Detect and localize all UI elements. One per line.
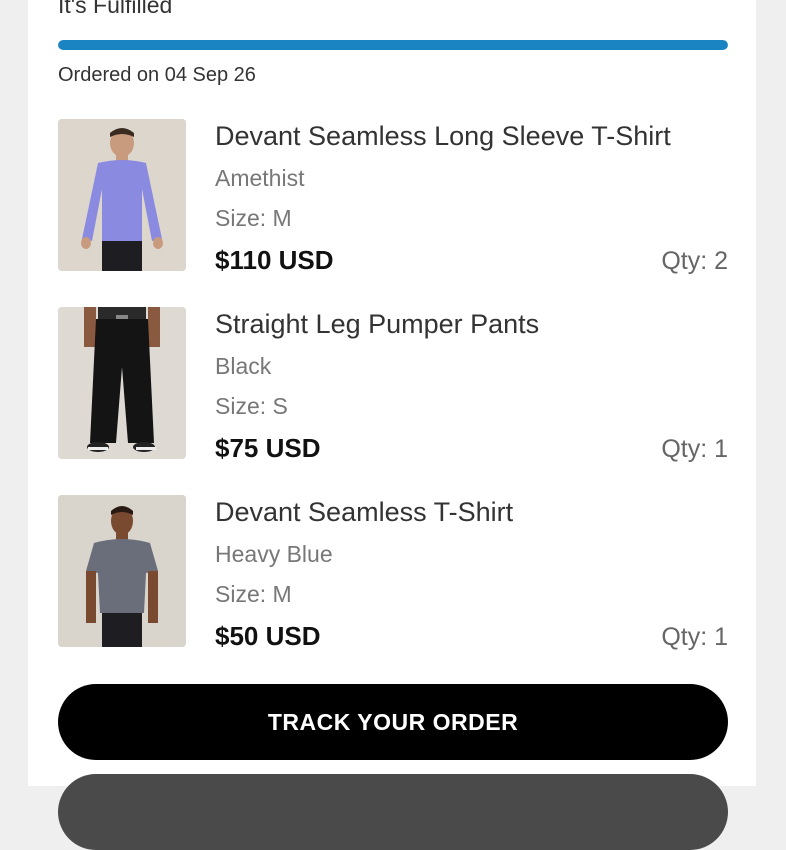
order-status: It's Fulfilled (58, 0, 173, 18)
model-long-sleeve-shirt-icon (58, 119, 186, 271)
product-quantity: Qty: 1 (661, 435, 728, 463)
product-color: Amethist (215, 165, 305, 191)
product-name[interactable]: Devant Seamless T-Shirt (215, 497, 513, 528)
product-quantity: Qty: 2 (661, 247, 728, 275)
order-item[interactable]: Straight Leg Pumper Pants Black Size: S … (58, 307, 728, 463)
order-card: It's Fulfilled Ordered on 04 Sep 26 Deva… (28, 0, 756, 850)
order-progress-fill (58, 40, 728, 50)
product-image[interactable] (58, 307, 186, 459)
order-item[interactable]: Devant Seamless Long Sleeve T-Shirt Amet… (58, 119, 728, 275)
product-quantity: Qty: 1 (661, 623, 728, 651)
product-size: Size: M (215, 205, 292, 231)
order-item[interactable]: Devant Seamless T-Shirt Heavy Blue Size:… (58, 495, 728, 651)
secondary-action-button[interactable] (58, 774, 728, 850)
model-grey-tshirt-icon (58, 495, 186, 647)
product-image[interactable] (58, 119, 186, 271)
product-size: Size: S (215, 393, 288, 419)
product-price: $110 USD (215, 245, 334, 275)
product-image[interactable] (58, 495, 186, 647)
product-name[interactable]: Devant Seamless Long Sleeve T-Shirt (215, 121, 671, 152)
order-progress-bar (58, 40, 728, 50)
track-order-button[interactable]: TRACK YOUR ORDER (58, 684, 728, 760)
product-price: $50 USD (215, 621, 321, 651)
product-name[interactable]: Straight Leg Pumper Pants (215, 309, 539, 340)
product-price: $75 USD (215, 433, 321, 463)
order-date: Ordered on 04 Sep 26 (58, 64, 256, 86)
product-color: Black (215, 353, 272, 379)
product-size: Size: M (215, 581, 292, 607)
product-color: Heavy Blue (215, 541, 333, 567)
model-black-pants-icon (58, 307, 186, 459)
